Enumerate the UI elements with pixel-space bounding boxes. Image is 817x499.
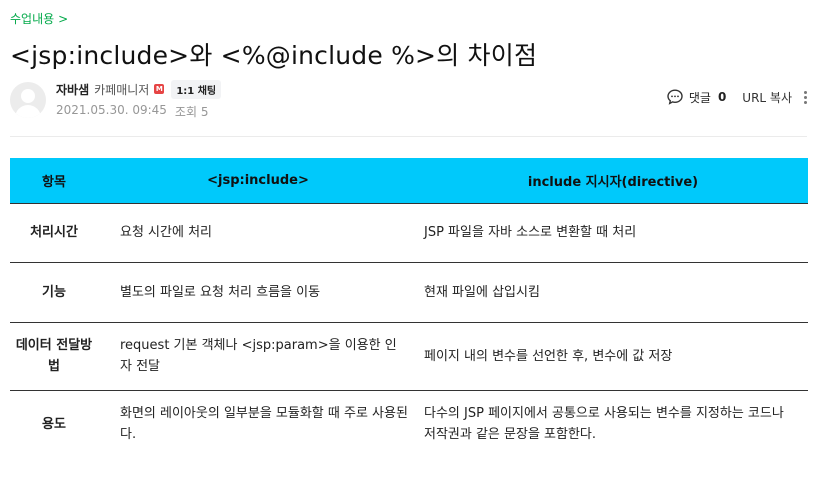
more-dot (804, 90, 807, 94)
author-nickname[interactable]: 자바샘 (56, 81, 89, 98)
post-actions: 댓글 0 URL 복사 (666, 88, 809, 106)
post-date: 2021.05.30. 09:45 (56, 103, 167, 117)
chevron-right-icon: > (58, 11, 69, 26)
avatar[interactable] (10, 82, 46, 118)
comparison-table: 항목 <jsp:include> include 지시자(directive) … (10, 158, 808, 458)
jsp-include-cell: 별도의 파일로 요청 처리 흐름을 이동 (98, 262, 418, 323)
table-row: 용도 화면의 레이아웃의 일부분을 모듈화할 때 주로 사용된다. 다수의 JS… (10, 390, 808, 458)
row-item-label: 데이터 전달방법 (10, 322, 98, 391)
table-row: 처리시간 요청 시간에 처리 JSP 파일을 자바 소스로 변환할 때 처리 (10, 203, 808, 263)
directive-cell: 페이지 내의 변수를 선언한 후, 변수에 값 저장 (418, 322, 808, 391)
author-info: 자바샘 카페매니저 M 1:1 채팅 2021.05.30. 09:45 조회 … (56, 79, 222, 120)
row-item-label: 처리시간 (10, 203, 98, 263)
comment-bubble-icon (667, 89, 683, 105)
more-dot (804, 95, 807, 99)
post-title: <jsp:include>와 <%@include %>의 차이점 (10, 41, 538, 70)
author-line: 자바샘 카페매니저 M 1:1 채팅 (56, 79, 222, 99)
view-count: 조회 5 (174, 105, 209, 119)
directive-cell: 다수의 JSP 페이지에서 공통으로 사용되는 변수를 지정하는 코드나 저작권… (424, 406, 784, 443)
more-dot (804, 100, 807, 104)
comment-count: 0 (717, 90, 727, 104)
row-item-label: 기능 (10, 262, 98, 323)
directive-cell: JSP 파일을 자바 소스로 변환할 때 처리 (418, 203, 808, 263)
url-copy-button[interactable]: URL 복사 (742, 89, 792, 106)
author-role: 카페매니저 (94, 82, 150, 97)
jsp-include-cell: request 기본 객체나 <jsp:param>을 이용한 인자 전달 (98, 322, 418, 391)
header-item: 항목 (10, 158, 98, 204)
directive-cell: 현재 파일에 삽입시킴 (418, 262, 808, 323)
post-meta: 2021.05.30. 09:45 조회 5 (56, 103, 221, 120)
table-row: 데이터 전달방법 request 기본 객체나 <jsp:param>을 이용한… (10, 322, 808, 391)
table-row: 기능 별도의 파일로 요청 처리 흐름을 이동 현재 파일에 삽입시킴 (10, 262, 808, 323)
more-vertical-icon[interactable] (802, 90, 809, 104)
header-jsp-include: <jsp:include> (98, 158, 418, 204)
comment-label: 댓글 (688, 90, 711, 105)
chat-button[interactable]: 1:1 채팅 (171, 79, 222, 99)
breadcrumb-label[interactable]: 수업내용 (10, 10, 54, 27)
comment-button[interactable]: 댓글 0 (666, 88, 726, 106)
author-block: 자바샘 카페매니저 M 1:1 채팅 2021.05.30. 09:45 조회 … (10, 79, 222, 120)
divider (10, 136, 807, 137)
table-header-row: 항목 <jsp:include> include 지시자(directive) (10, 158, 808, 204)
jsp-include-cell: 화면의 레이아웃의 일부분을 모듈화할 때 주로 사용된다. (120, 406, 408, 443)
row-item-label: 용도 (42, 416, 66, 432)
jsp-include-cell: 요청 시간에 처리 (98, 203, 418, 263)
manager-badge-icon: M (154, 84, 165, 94)
breadcrumb[interactable]: 수업내용 > (10, 10, 68, 27)
avatar-head-shape (21, 89, 35, 103)
header-directive: include 지시자(directive) (418, 158, 808, 204)
avatar-body-shape (15, 105, 41, 118)
